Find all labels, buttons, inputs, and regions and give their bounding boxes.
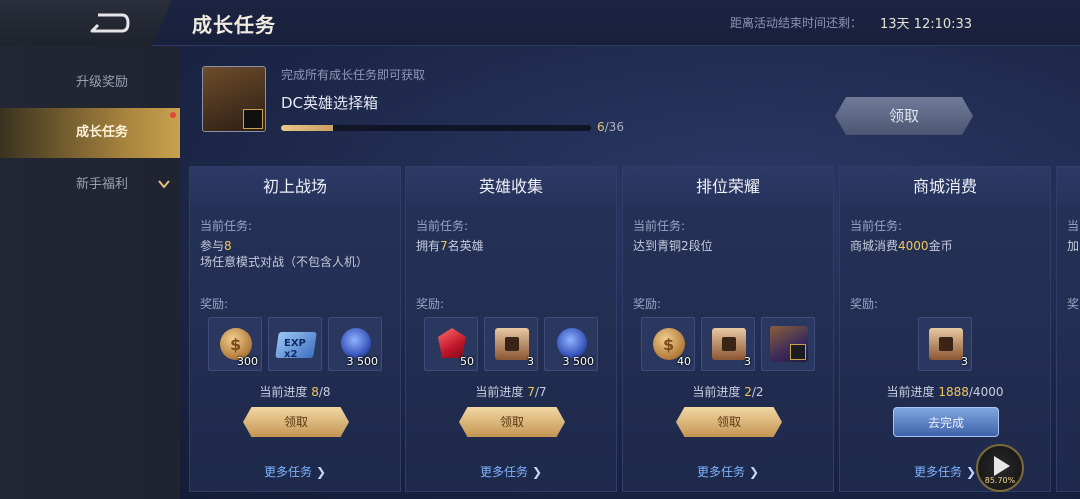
ruby-icon — [438, 328, 466, 358]
exp-tag: EXP x2 — [284, 338, 306, 360]
task-card: 商城消费 当前任务: 商城消费4000金币 奖励: 3 当前进度 1888/40… — [839, 166, 1051, 492]
play-percent: 85.70% — [984, 476, 1016, 485]
card-current-label: 当前任务: — [633, 219, 686, 233]
card-reward-label: 奖励: — [200, 297, 229, 311]
grand-reward-hint: 完成所有成长任务即可获取 — [281, 68, 426, 82]
sidebar-item-label: 升级奖励 — [76, 75, 129, 90]
reward-qty: 50 — [460, 355, 474, 368]
task-card: 英雄收集 当前任务: 拥有7名英雄 奖励: 50 3 3 500 当前进度 7/7 … — [405, 166, 617, 492]
grand-progress-fill — [281, 125, 333, 131]
card-title: 商城消费 — [840, 167, 1050, 207]
grand-progress-count: 6/36 — [597, 120, 624, 134]
chevron-right-icon: ❯ — [315, 465, 327, 479]
card-current-label: 当前任务: — [416, 219, 469, 233]
go-complete-button[interactable]: 去完成 — [893, 407, 999, 437]
sidebar-item-upgrade-rewards[interactable]: 升级奖励 — [0, 58, 180, 108]
reward-slot[interactable]: 3 — [484, 317, 538, 371]
grand-reward-panel: 完成所有成长任务即可获取 DC英雄选择箱 6/36 领取 — [190, 52, 1050, 156]
more-tasks-link[interactable]: 更多任务 ❯ — [406, 463, 616, 480]
card-title: 英雄收集 — [406, 167, 616, 207]
card-reward-label: 奖励: — [633, 297, 662, 311]
more-tasks-link[interactable]: 更多任务 ❯ — [190, 463, 400, 480]
card-title: 排位荣耀 — [623, 167, 833, 207]
reward-qty: 3 — [527, 355, 534, 368]
card-task-desc: 商城消费4000金币 — [850, 239, 953, 253]
reward-slot[interactable]: EXP x2 — [268, 317, 322, 371]
card-reward-label: 奖励: — [850, 297, 879, 311]
reward-slot[interactable]: 3 500 — [328, 317, 382, 371]
card-title — [1057, 167, 1080, 207]
top-bar: 成长任务 距离活动结束时间还剩： 13天 12:10:33 — [0, 0, 1080, 46]
card-reward-label: 奖 — [1067, 297, 1080, 311]
blue-gem-icon — [341, 328, 371, 358]
card-task-desc: 参与8场任意模式对战（不包含人机） — [200, 239, 369, 269]
claim-button[interactable]: 领取 — [676, 407, 782, 437]
page-title: 成长任务 — [192, 13, 276, 37]
card-current-label: 当前任务: — [850, 219, 903, 233]
sidebar-item-newbie-benefits[interactable]: 新手福利 — [0, 160, 180, 210]
card-desc: 加 — [1067, 239, 1080, 253]
progress-total: /36 — [604, 120, 624, 134]
card-task-desc: 拥有7名英雄 — [416, 239, 484, 253]
card-progress: 当前进度 1888/4000 — [886, 385, 1004, 399]
blue-gem-icon — [557, 328, 587, 358]
card-progress: 当前进度 2/2 — [692, 385, 764, 399]
sidebar-item-label: 新手福利 — [76, 177, 129, 192]
task-card-partial[interactable]: 当 加 奖 — [1056, 166, 1080, 492]
timer-label: 距离活动结束时间还剩： — [730, 16, 863, 30]
notification-dot — [170, 112, 176, 118]
card-progress: 当前进度 8/8 — [259, 385, 331, 399]
card-title: 初上战场 — [190, 167, 400, 207]
reward-qty: 3 — [961, 355, 968, 368]
reward-slots: $40 3 — [623, 317, 833, 371]
sidebar: 升级奖励 成长任务 新手福利 — [0, 46, 180, 499]
reward-qty: 3 500 — [562, 355, 595, 368]
card-task-desc: 达到青铜2段位 — [633, 239, 713, 253]
card-current-label: 当前任务: — [200, 219, 253, 233]
reward-qty: 3 500 — [346, 355, 379, 368]
play-progress-button[interactable]: 85.70% — [976, 444, 1024, 492]
reward-slot[interactable]: 3 500 — [544, 317, 598, 371]
reward-slots: 3 — [840, 317, 1050, 371]
reward-qty: 40 — [677, 355, 691, 368]
reward-slot[interactable]: 3 — [701, 317, 755, 371]
hero-box-icon — [770, 326, 808, 362]
card-progress: 当前进度 7/7 — [475, 385, 547, 399]
chevron-right-icon: ❯ — [748, 465, 760, 479]
chevron-right-icon: ❯ — [531, 465, 543, 479]
more-tasks-link[interactable]: 更多任务 ❯ — [623, 463, 833, 480]
card-current-label: 当 — [1067, 219, 1080, 233]
back-button[interactable] — [0, 0, 172, 46]
task-card: 排位荣耀 当前任务: 达到青铜2段位 奖励: $40 3 当前进度 2/2 领取 … — [622, 166, 834, 492]
reward-slot[interactable]: $40 — [641, 317, 695, 371]
reward-slot[interactable]: 50 — [424, 317, 478, 371]
back-arrow-icon — [90, 13, 130, 33]
sidebar-item-growth-tasks[interactable]: 成长任务 — [0, 108, 180, 158]
claim-grand-button[interactable]: 领取 — [835, 97, 973, 135]
claim-button[interactable]: 领取 — [243, 407, 349, 437]
reward-slot[interactable]: 3 — [918, 317, 972, 371]
chevron-right-icon: ❯ — [965, 465, 977, 479]
reward-slot[interactable]: $300 — [208, 317, 262, 371]
card-reward-label: 奖励: — [416, 297, 445, 311]
hero-selection-box-icon — [202, 66, 266, 132]
chevron-down-icon — [158, 180, 170, 189]
play-icon — [994, 456, 1010, 476]
task-card: 初上战场 当前任务: 参与8场任意模式对战（不包含人机） 奖励: $300 EXP… — [189, 166, 401, 492]
reward-slots: $300 EXP x2 3 500 — [190, 317, 400, 371]
claim-button[interactable]: 领取 — [459, 407, 565, 437]
grand-reward-name: DC英雄选择箱 — [281, 94, 379, 112]
progress-current: 6 — [597, 120, 605, 134]
reward-slot[interactable] — [761, 317, 815, 371]
sidebar-item-label: 成长任务 — [76, 125, 129, 140]
reward-qty: 3 — [744, 355, 751, 368]
timer-value: 13天 12:10:33 — [880, 17, 973, 32]
reward-slots: 50 3 3 500 — [406, 317, 616, 371]
grand-progress-bar — [281, 125, 591, 131]
reward-qty: 300 — [237, 355, 258, 368]
